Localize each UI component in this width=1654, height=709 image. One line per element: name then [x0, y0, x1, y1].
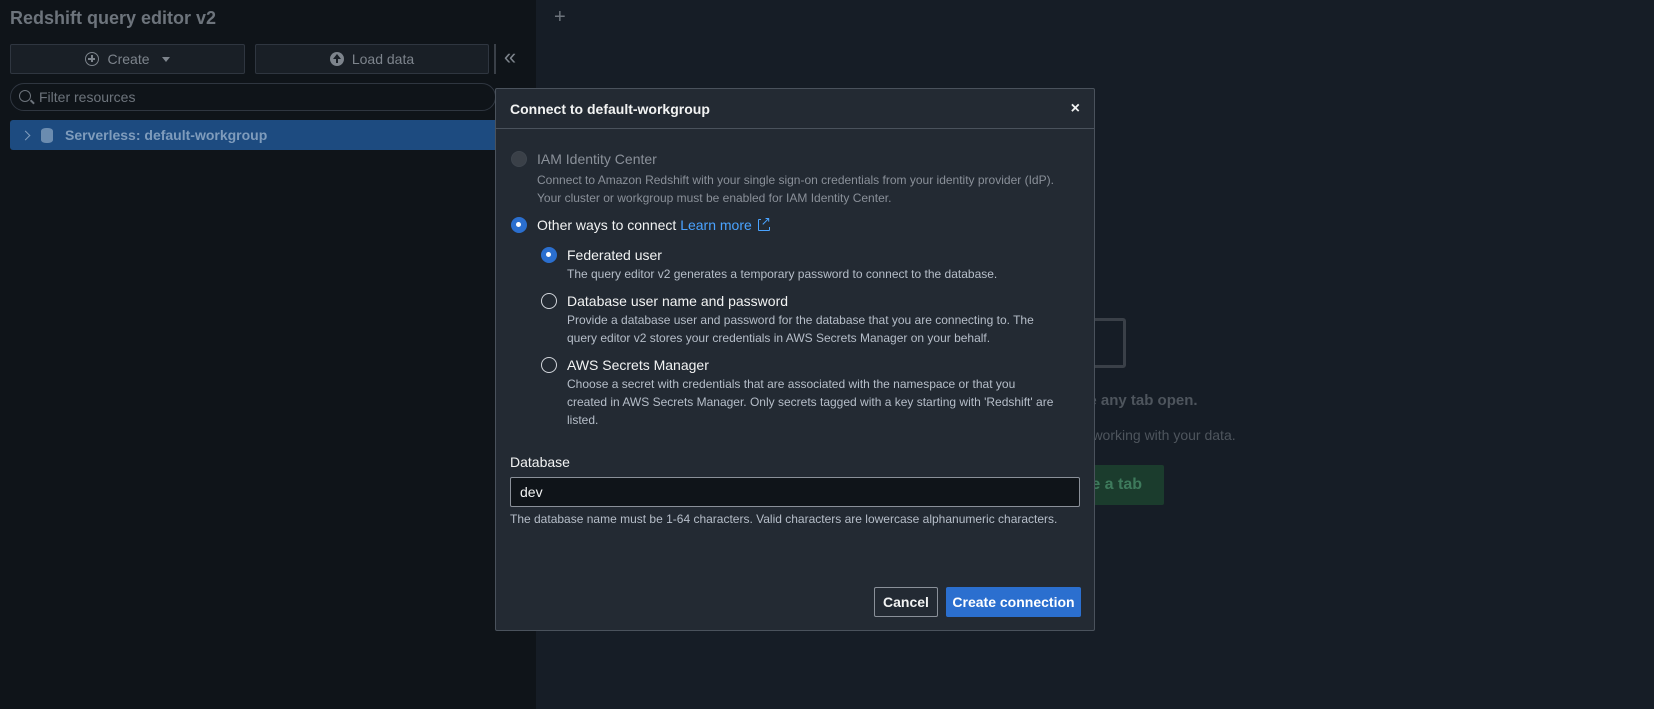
modal-title: Connect to default-workgroup — [510, 100, 710, 117]
load-data-label: Load data — [351, 51, 415, 67]
secrets-manager-desc: Choose a secret with credentials that ar… — [567, 377, 1054, 427]
create-connection-button[interactable]: Create connection — [946, 587, 1081, 617]
database-input[interactable]: dev — [510, 477, 1080, 507]
empty-state-title: ve any tab open. — [1080, 392, 1198, 409]
app-title: Redshift query editor v2 — [10, 8, 217, 28]
external-link-icon — [757, 215, 771, 231]
caret-down-icon — [161, 56, 170, 62]
filter-placeholder: Filter resources — [39, 89, 136, 105]
tree-item-label: Serverless: default-workgroup — [65, 127, 268, 143]
empty-state-subtitle: rt working with your data. — [1080, 427, 1236, 443]
database-hint: The database name must be 1-64 character… — [510, 512, 1058, 526]
search-icon — [19, 90, 31, 102]
close-icon[interactable]: × — [1071, 100, 1080, 118]
federated-user-desc: The query editor v2 generates a temporar… — [567, 267, 998, 281]
app-root: Redshift query editor v2 Create Load dat… — [0, 0, 1654, 709]
load-data-button[interactable]: Load data — [255, 44, 489, 74]
tree-item-serverless[interactable]: Serverless: default-workgroup — [10, 120, 510, 150]
iam-identity-center-label: IAM Identity Center — [537, 151, 657, 167]
plus-circle-icon — [85, 52, 100, 66]
create-button-label: Create — [107, 51, 150, 67]
federated-user-radio[interactable] — [541, 247, 557, 263]
database-label: Database — [510, 454, 570, 470]
other-ways-text: Other ways to connect — [537, 217, 677, 233]
create-button[interactable]: Create — [10, 44, 245, 74]
collapse-sidebar-icon[interactable]: « — [494, 44, 524, 74]
upload-icon — [329, 52, 344, 66]
iam-identity-center-desc: Connect to Amazon Redshift with your sin… — [537, 173, 1054, 205]
other-ways-label: Other ways to connect Learn more — [537, 215, 771, 233]
sidebar-button-row: Create Load data — [10, 44, 489, 74]
modal-header: Connect to default-workgroup × — [496, 89, 1094, 129]
secrets-manager-radio[interactable] — [541, 357, 557, 373]
db-user-password-desc: Provide a database user and password for… — [567, 313, 1034, 345]
database-icon — [41, 127, 53, 143]
learn-more-link[interactable]: Learn more — [680, 217, 752, 233]
filter-resources-input[interactable]: Filter resources — [10, 83, 496, 111]
iam-identity-center-radio[interactable] — [511, 151, 527, 167]
db-user-password-radio[interactable] — [541, 293, 557, 309]
sidebar: Redshift query editor v2 Create Load dat… — [0, 0, 536, 709]
federated-user-label: Federated user — [567, 247, 662, 263]
secrets-manager-label: AWS Secrets Manager — [567, 357, 709, 373]
db-user-password-label: Database user name and password — [567, 293, 789, 309]
add-tab-icon[interactable]: + — [554, 6, 566, 29]
cancel-button[interactable]: Cancel — [874, 587, 938, 617]
other-ways-radio[interactable] — [511, 217, 527, 233]
connect-modal: Connect to default-workgroup × IAM Ident… — [495, 88, 1095, 631]
chevron-right-icon[interactable] — [20, 130, 31, 140]
